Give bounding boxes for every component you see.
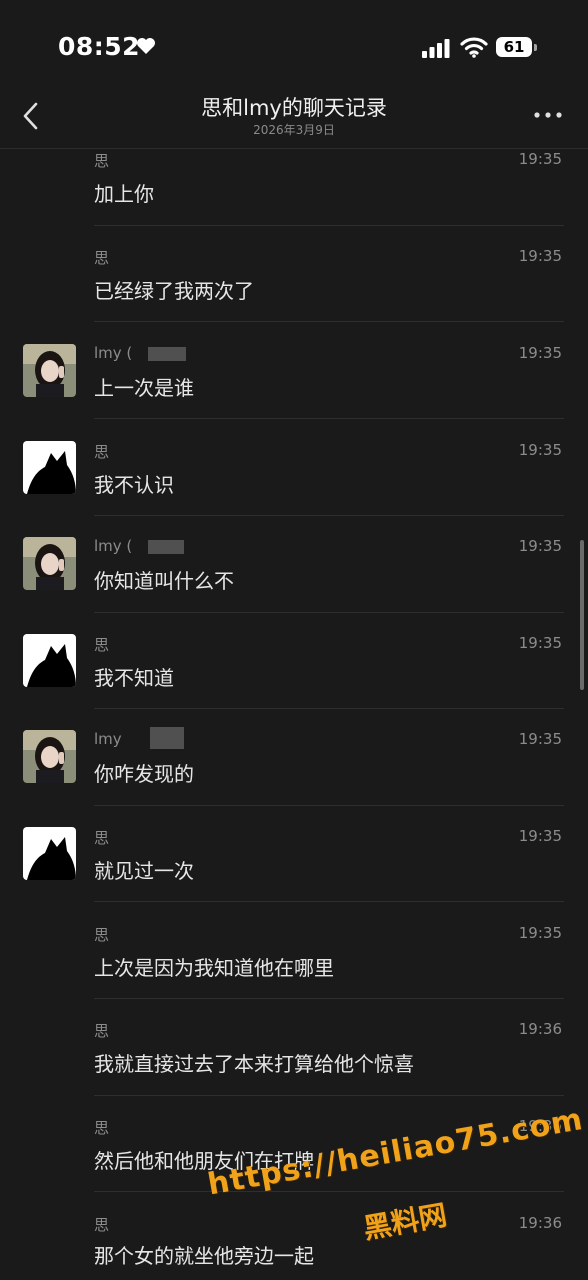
signal-icon [422, 39, 450, 58]
redacted-blur [150, 727, 184, 749]
battery-level: 61 [503, 38, 525, 56]
message-time: 19:35 [518, 924, 562, 942]
message-time: 19:36 [518, 1214, 562, 1232]
message-divider [94, 321, 564, 322]
message-sender: 思 [94, 1119, 110, 1137]
message-item: 思 19:35 我不知道 [0, 632, 588, 710]
cat-avatar[interactable] [23, 634, 76, 687]
status-time: 08:52 [58, 32, 141, 61]
heart-icon [137, 38, 155, 54]
message-sender: lmy ( [94, 537, 133, 555]
message-text[interactable]: 我不认识 [94, 469, 174, 498]
message-item: 思 19:36 我就直接过去了本来打算给他个惊喜 [0, 1018, 588, 1096]
wifi-icon [460, 37, 488, 58]
message-text[interactable]: 上一次是谁 [94, 372, 194, 401]
message-item: 思 19:35 我不认识 [0, 439, 588, 517]
message-time: 19:35 [518, 150, 562, 168]
message-text[interactable]: 已经绿了我两次了 [94, 275, 254, 304]
message-item: 思 19:36 那个女的就坐他旁边一起 [0, 1212, 588, 1280]
message-sender: 思 [94, 829, 110, 847]
message-sender: lmy [94, 730, 122, 748]
message-divider [94, 225, 564, 226]
message-time: 19:35 [518, 634, 562, 652]
message-text[interactable]: 那个女的就坐他旁边一起 [94, 1240, 314, 1269]
message-sender: 思 [94, 926, 110, 944]
message-item: lmy ( 19:35 上一次是谁 [0, 342, 588, 420]
message-time: 19:35 [518, 730, 562, 748]
message-item: 思 19:35 就见过一次 [0, 825, 588, 903]
more-icon[interactable] [533, 110, 563, 120]
message-text[interactable]: 我不知道 [94, 662, 174, 691]
message-sender: 思 [94, 636, 110, 654]
message-time: 19:35 [518, 537, 562, 555]
status-bar: 08:52 61 [0, 0, 588, 90]
message-divider [94, 708, 564, 709]
page-title: 思和lmy的聊天记录 [201, 96, 387, 120]
redacted-blur [148, 347, 186, 361]
page-subtitle: 2026年3月9日 [253, 123, 335, 137]
message-time: 19:35 [518, 344, 562, 362]
message-text[interactable]: 我就直接过去了本来打算给他个惊喜 [94, 1048, 414, 1077]
nav-bar: 思和lmy的聊天记录 2026年3月9日 [0, 90, 588, 149]
message-divider [94, 418, 564, 419]
message-item: 思 19:35 已经绿了我两次了 [0, 245, 588, 323]
message-divider [94, 805, 564, 806]
message-divider [94, 515, 564, 516]
message-divider [94, 612, 564, 613]
message-text[interactable]: 加上你 [94, 178, 154, 207]
message-sender: 思 [94, 1022, 110, 1040]
message-sender: 思 [94, 1216, 110, 1234]
message-sender: 思 [94, 152, 110, 170]
cat-avatar[interactable] [23, 827, 76, 880]
message-time: 19:35 [518, 441, 562, 459]
message-divider [94, 901, 564, 902]
cat-avatar[interactable] [23, 441, 76, 494]
message-time: 19:36 [518, 1020, 562, 1038]
girl-avatar[interactable] [23, 344, 76, 397]
message-text[interactable]: 你知道叫什么不 [94, 565, 234, 594]
message-sender: lmy ( [94, 344, 133, 362]
message-item: lmy 19:35 你咋发现的 [0, 727, 588, 806]
message-text[interactable]: 就见过一次 [94, 855, 194, 884]
message-item: lmy ( 19:35 你知道叫什么不 [0, 535, 588, 613]
girl-avatar[interactable] [23, 730, 76, 783]
scrollbar[interactable] [580, 540, 584, 690]
message-item: 思 19:35 上次是因为我知道他在哪里 [0, 922, 588, 1000]
message-divider [94, 1095, 564, 1096]
message-item: 思 19:35 加上你 [0, 148, 588, 226]
message-divider [94, 998, 564, 999]
message-divider [94, 1191, 564, 1192]
message-text[interactable]: 上次是因为我知道他在哪里 [94, 952, 334, 981]
message-text[interactable]: 你咋发现的 [94, 758, 194, 787]
battery-indicator: 61 [496, 37, 538, 59]
redacted-blur [148, 540, 184, 554]
message-time: 19:35 [518, 827, 562, 845]
girl-avatar[interactable] [23, 537, 76, 590]
message-sender: 思 [94, 249, 110, 267]
message-sender: 思 [94, 443, 110, 461]
message-time: 19:35 [518, 247, 562, 265]
